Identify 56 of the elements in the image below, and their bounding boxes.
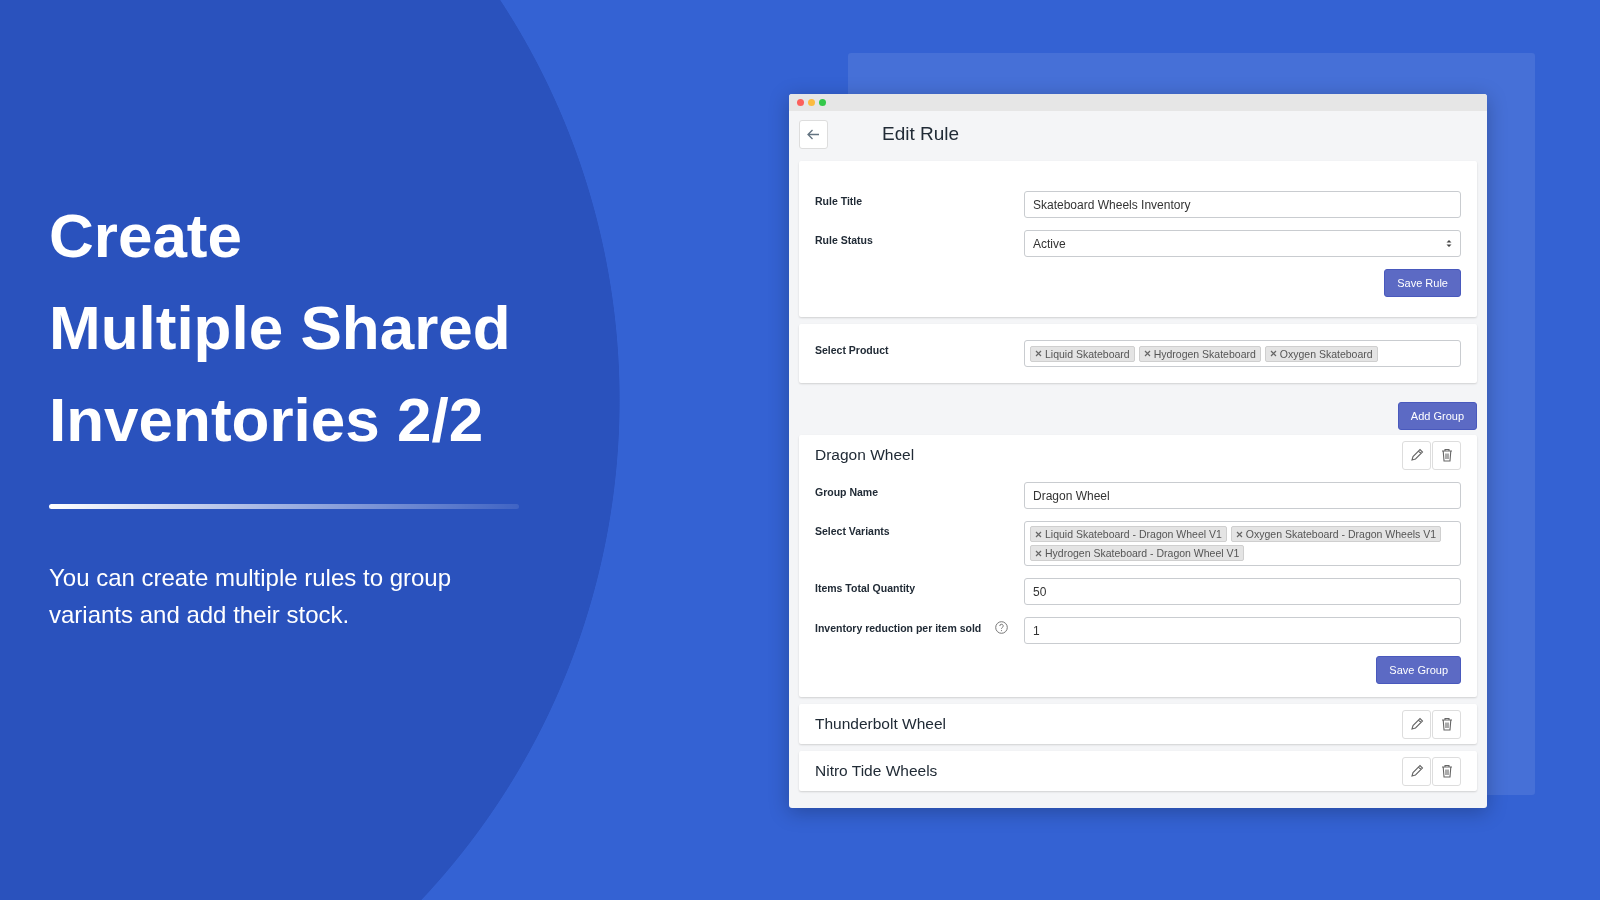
tag-remove-icon[interactable]	[1035, 350, 1042, 357]
hero-title-line: Inventories 2/2	[49, 384, 485, 456]
field-label: Select Product	[815, 344, 889, 356]
group-name: Dragon Wheel	[815, 446, 915, 464]
edit-button[interactable]	[1402, 756, 1431, 786]
minimize-dot-icon[interactable]	[808, 99, 815, 106]
text-field[interactable]: Skateboard Wheels Inventory	[1024, 191, 1461, 218]
tag-chip: Oxygen Skateboard	[1264, 345, 1378, 362]
delete-button[interactable]	[1432, 709, 1461, 739]
trash-icon	[1440, 764, 1453, 778]
trash-icon	[1440, 448, 1453, 462]
text-field[interactable]: 1	[1024, 617, 1461, 644]
delete-button[interactable]	[1432, 440, 1461, 470]
hero-title-line: Create	[49, 200, 243, 272]
edit-button[interactable]	[1402, 709, 1431, 739]
group-name: Nitro Tide Wheels	[815, 762, 938, 780]
hero-title-line: Multiple Shared	[49, 292, 512, 364]
tag-chip: Oxygen Skateboard - Dragon Wheels V1	[1230, 526, 1442, 542]
select-arrows-icon	[1446, 239, 1452, 248]
tag-chip: Hydrogen Skateboard - Dragon Wheel V1	[1030, 545, 1245, 561]
tag-remove-icon[interactable]	[1269, 350, 1277, 357]
maximize-dot-icon[interactable]	[819, 99, 826, 106]
group-name: Thunderbolt Wheel	[815, 715, 946, 733]
pencil-icon	[1409, 717, 1424, 731]
field-label: Select Variants	[815, 525, 890, 537]
back-arrow-icon	[807, 128, 820, 140]
text-field[interactable]: 50	[1024, 578, 1461, 605]
tag-remove-icon[interactable]	[1035, 530, 1042, 538]
edit-button[interactable]	[1402, 440, 1431, 470]
delete-button[interactable]	[1432, 756, 1461, 786]
close-dot-icon[interactable]	[797, 99, 804, 106]
pencil-icon	[1409, 764, 1424, 778]
back-button[interactable]	[799, 119, 828, 149]
tag-remove-icon[interactable]	[1235, 530, 1243, 538]
tag-chip: Liquid Skateboard - Dragon Wheel V1	[1030, 526, 1227, 542]
tag-chip: Hydrogen Skateboard	[1138, 345, 1261, 362]
field-label: Rule Title	[815, 195, 863, 207]
add-group-button[interactable]: Add Group	[1397, 402, 1477, 430]
trash-icon	[1440, 717, 1453, 731]
tag-select-field[interactable]: Liquid Skateboard - Dragon Wheel V1 Oxygen Skateboard - Dragon Wheels V1 Hydrogen Skateboard - Dragon Wheel V1	[1024, 521, 1461, 566]
pencil-icon	[1409, 448, 1424, 462]
tag-remove-icon[interactable]	[1143, 350, 1151, 357]
hero-description: You can create multiple rules to group variants and add their stock.	[49, 563, 453, 630]
help-icon[interactable]	[995, 621, 1008, 634]
field-label: Items Total Quantity	[815, 582, 916, 594]
tag-chip: Liquid Skateboard	[1030, 345, 1135, 362]
page-title: Edit Rule	[882, 123, 960, 145]
field-label: Inventory reduction per item sold	[815, 621, 982, 634]
field-label: Group Name	[815, 486, 878, 498]
select-field[interactable]: Active	[1024, 230, 1461, 257]
field-label: Rule Status	[815, 234, 873, 246]
save-group-button[interactable]: Save Group	[1376, 656, 1461, 684]
text-field[interactable]: Dragon Wheel	[1024, 482, 1461, 509]
tag-select-field[interactable]: Liquid Skateboard Hydrogen Skateboard Oxygen Skateboard	[1024, 340, 1461, 367]
tag-remove-icon[interactable]	[1035, 549, 1042, 557]
save-rule-button[interactable]: Save Rule	[1384, 269, 1461, 297]
